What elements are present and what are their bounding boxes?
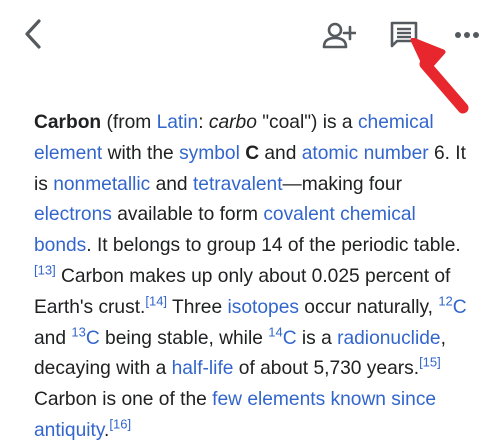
text: with the (102, 142, 180, 164)
link-radionuclide[interactable]: radionuclide (337, 328, 440, 349)
message-notes-icon[interactable] (384, 16, 424, 54)
link-carbon-13[interactable]: 13C (71, 325, 100, 349)
chevron-left-icon[interactable] (16, 14, 50, 54)
citation-14[interactable]: [14] (145, 293, 167, 308)
text: (from (101, 112, 157, 133)
text: Three (167, 296, 228, 318)
text: of about 5,730 years. (233, 358, 420, 380)
link-half-life[interactable]: half-life (172, 358, 234, 379)
element-symbol: C (282, 327, 297, 349)
link-tetravalent[interactable]: tetravalent (193, 174, 283, 195)
citation-15[interactable]: [15] (419, 355, 441, 370)
symbol-c: C (245, 142, 260, 164)
citation-13[interactable]: [13] (34, 263, 56, 278)
link-carbon-14[interactable]: 14C (268, 325, 297, 349)
person-add-icon[interactable] (318, 16, 360, 54)
element-symbol: C (85, 327, 100, 349)
text: and (259, 142, 302, 164)
link-symbol[interactable]: symbol (179, 143, 240, 164)
text: and (34, 327, 72, 349)
text: is a (296, 327, 338, 349)
link-isotopes[interactable]: isotopes (228, 297, 299, 318)
text: being stable, while (99, 327, 269, 349)
text: occur naturally, (298, 296, 439, 318)
text: "coal") is a (256, 112, 358, 133)
link-carbon-12[interactable]: 12C (438, 294, 467, 318)
link-atomic-number[interactable]: atomic number (302, 143, 429, 164)
citation-16[interactable]: [16] (109, 417, 131, 432)
text: and (150, 173, 193, 195)
text: —making four (282, 173, 402, 195)
text: available to form (111, 204, 264, 226)
article-title-word: Carbon (34, 112, 102, 133)
text: : (198, 112, 209, 133)
article-paragraph: Carbon (from Latin: carbo "coal") is a c… (34, 108, 474, 447)
mass-number: 14 (268, 324, 283, 340)
link-nonmetallic[interactable]: nonmetallic (53, 174, 150, 195)
top-toolbar (0, 0, 500, 70)
mass-number: 13 (71, 324, 86, 340)
more-dots-icon[interactable] (450, 20, 484, 50)
text: . It belongs to group 14 of the periodic… (86, 235, 461, 257)
element-symbol: C (452, 296, 467, 318)
link-latin[interactable]: Latin (157, 112, 199, 133)
mass-number: 12 (438, 293, 453, 309)
link-electrons[interactable]: electrons (34, 204, 112, 225)
italic-word: carbo (208, 112, 257, 133)
article-body: Carbon (from Latin: carbo "coal") is a c… (34, 108, 474, 447)
text: Carbon is one of the (34, 389, 213, 411)
